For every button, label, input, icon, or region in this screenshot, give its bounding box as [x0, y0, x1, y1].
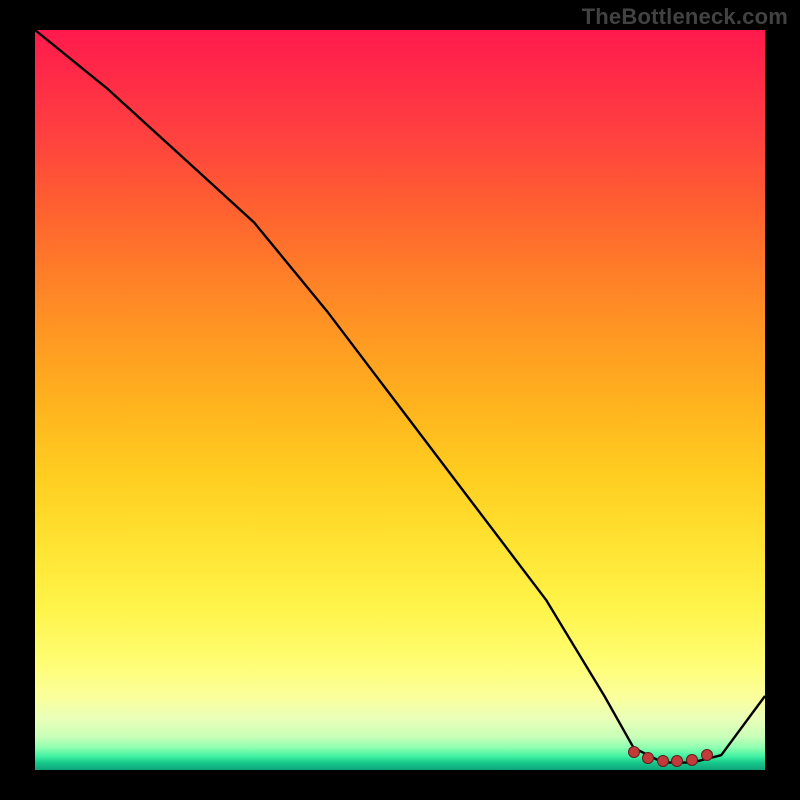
highlight-marker: [657, 755, 669, 767]
curve-path: [35, 30, 765, 763]
highlight-marker: [628, 746, 640, 758]
plot-area: [35, 30, 765, 770]
highlight-marker: [686, 754, 698, 766]
watermark-text: TheBottleneck.com: [582, 4, 788, 30]
curve-layer: [35, 30, 765, 770]
chart-frame: TheBottleneck.com: [0, 0, 800, 800]
highlight-marker: [671, 755, 683, 767]
highlight-marker: [701, 749, 713, 761]
highlight-marker: [642, 752, 654, 764]
